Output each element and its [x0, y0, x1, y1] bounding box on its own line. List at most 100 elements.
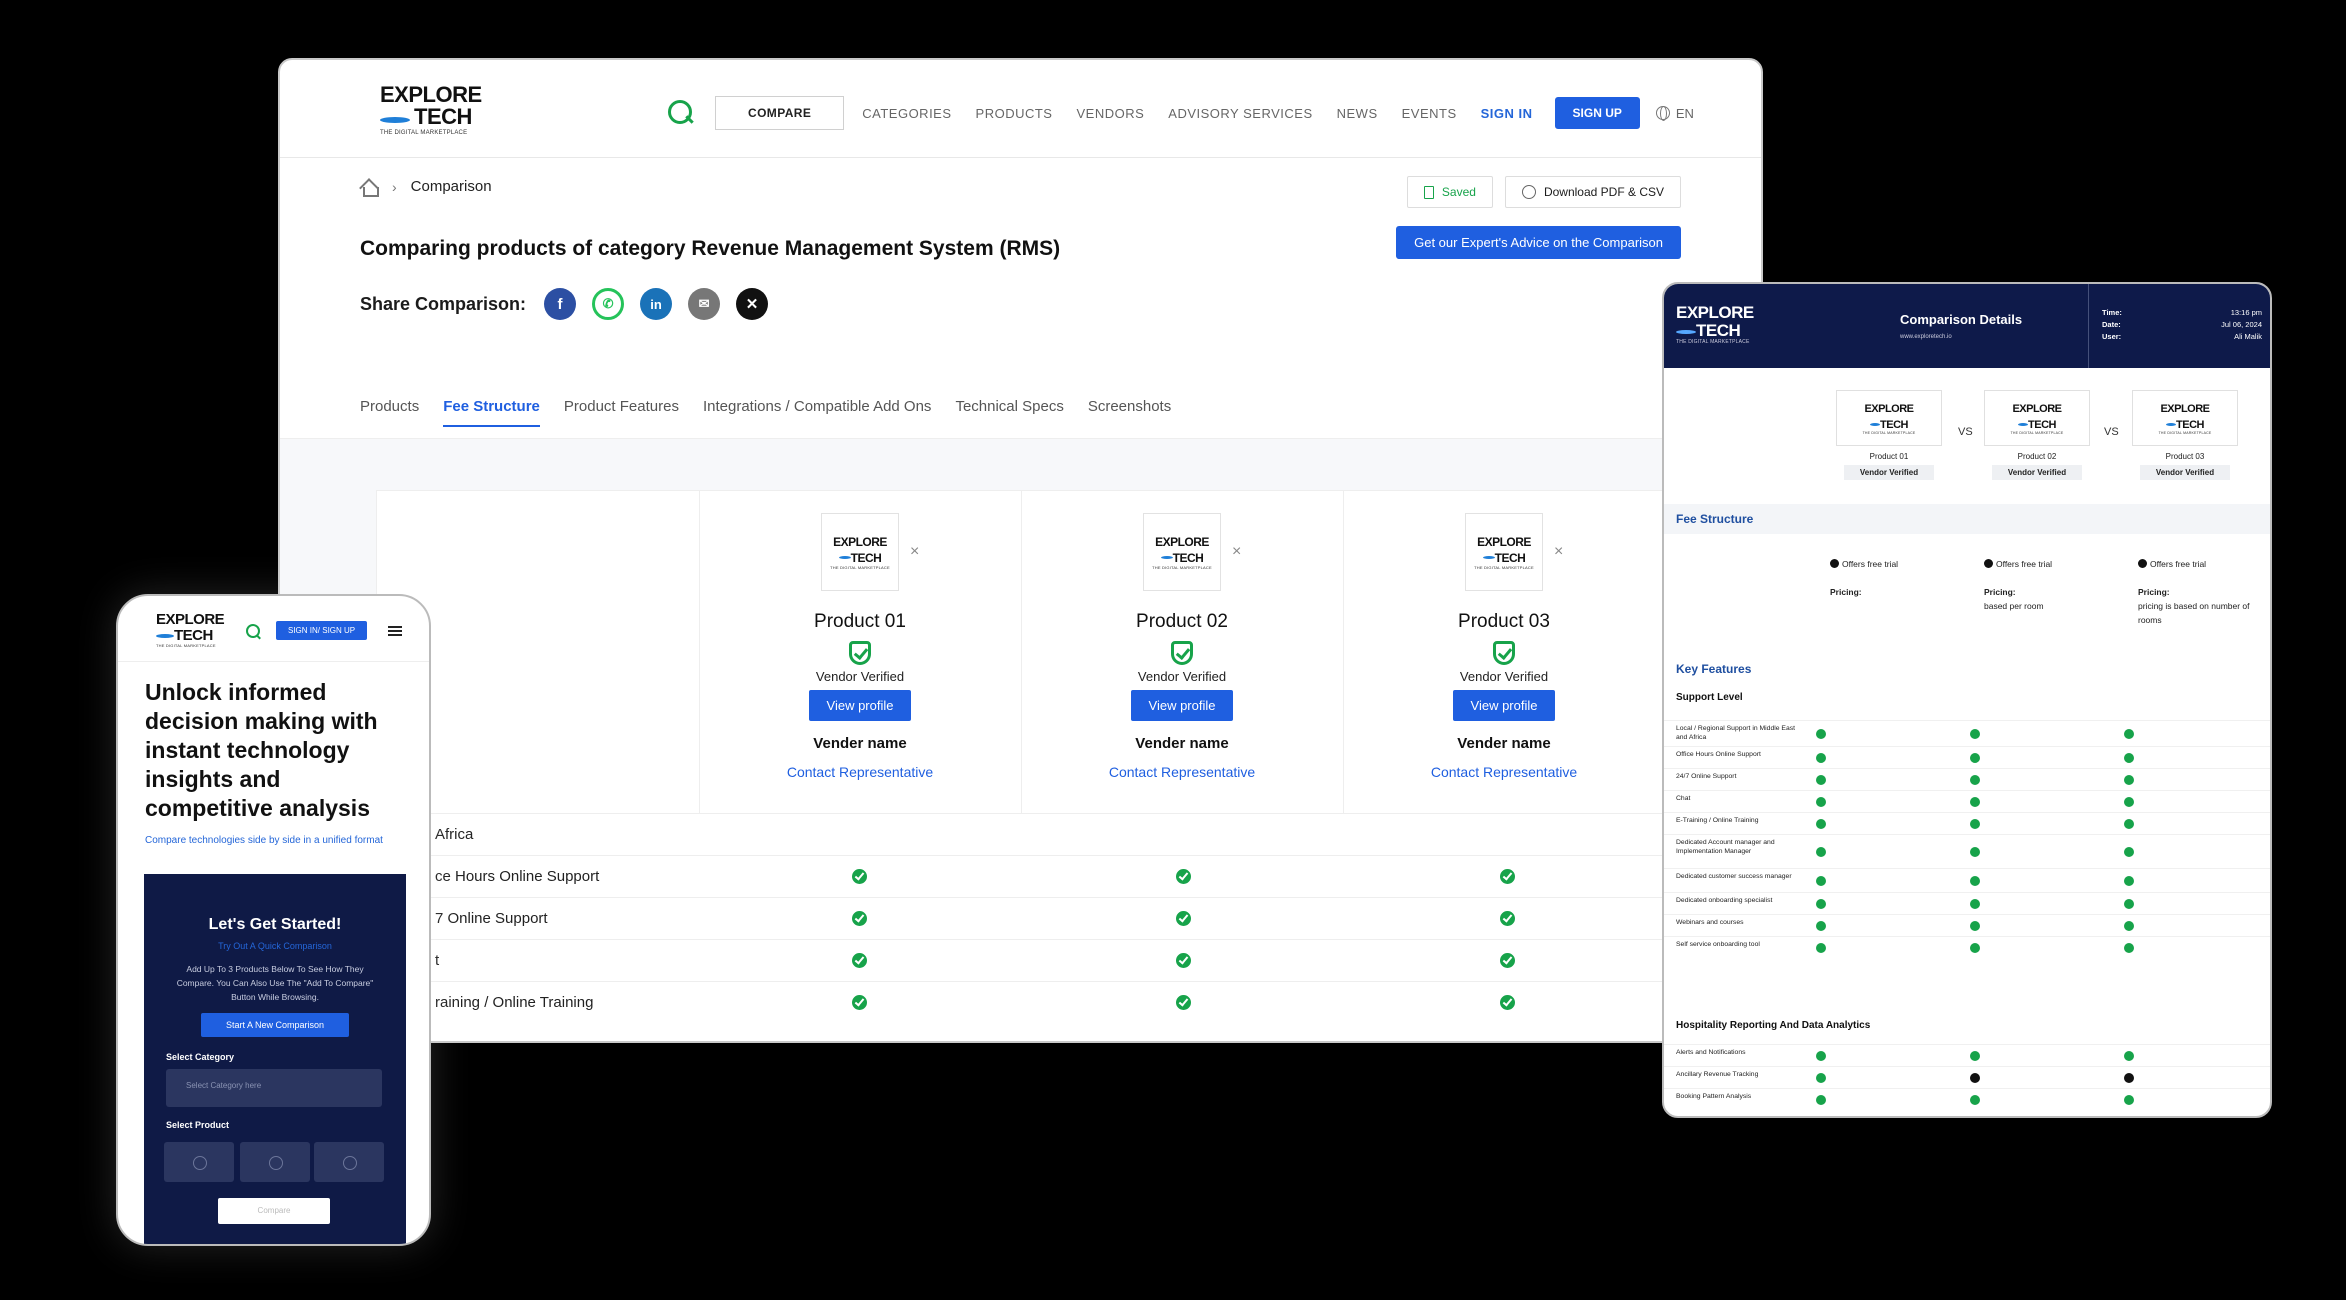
sign-in-sign-up-button[interactable]: SIGN IN/ SIGN UP: [276, 621, 368, 640]
check-icon: [2124, 899, 2134, 909]
view-profile-button[interactable]: View profile: [1452, 690, 1556, 721]
remove-product-icon[interactable]: ×: [910, 543, 919, 561]
compare-button[interactable]: Compare: [218, 1198, 330, 1224]
email-icon[interactable]: ✉: [688, 288, 721, 320]
view-profile-button[interactable]: View profile: [808, 690, 912, 721]
check-icon: [1816, 797, 1826, 807]
feature-label: Dedicated Account manager and Implementa…: [1676, 839, 1775, 855]
vs-label: VS: [2104, 426, 2119, 438]
check-icon: [1176, 869, 1191, 884]
nav-vendors[interactable]: VENDORS: [1076, 106, 1144, 121]
comparison-details-title: Comparison Details: [1900, 312, 2023, 327]
nav-events[interactable]: EVENTS: [1402, 106, 1457, 121]
check-icon: [1816, 819, 1826, 829]
card-subtitle: Try Out A Quick Comparison: [218, 941, 332, 951]
product-slot[interactable]: [314, 1142, 384, 1182]
start-new-comparison-button[interactable]: Start A New Comparison: [201, 1013, 349, 1037]
tab-technical-specs[interactable]: Technical Specs: [955, 398, 1063, 427]
contact-representative-link[interactable]: Contact Representative: [1344, 764, 1664, 780]
product-slot[interactable]: [240, 1142, 310, 1182]
tab-products[interactable]: Products: [360, 398, 419, 427]
nav-categories[interactable]: CATEGORIES: [862, 106, 951, 121]
x-icon[interactable]: ✕: [736, 288, 769, 320]
search-icon[interactable]: [667, 99, 695, 127]
vendor-verified-badge: Vendor Verified: [2140, 465, 2230, 480]
check-icon: [1816, 847, 1826, 857]
table-row: Alerts and Notifications: [1664, 1044, 2270, 1066]
check-icon: [2124, 943, 2134, 953]
table-row: 7 Online Support: [377, 897, 1725, 939]
check-icon: [1970, 1095, 1980, 1105]
nav-products[interactable]: PRODUCTS: [976, 106, 1053, 121]
language-selector[interactable]: EN: [1655, 105, 1694, 121]
whatsapp-icon[interactable]: ✆: [592, 288, 625, 320]
chevron-right-icon: ›: [392, 178, 397, 195]
comparison-tabs: Products Fee Structure Product Features …: [360, 398, 1171, 427]
table-row: Ancillary Revenue Tracking: [1664, 1066, 2270, 1088]
facebook-icon[interactable]: f: [544, 288, 577, 320]
check-icon: [1970, 899, 1980, 909]
download-icon: [1521, 185, 1536, 199]
compare-button[interactable]: COMPARE: [715, 96, 845, 130]
search-icon[interactable]: [246, 624, 262, 640]
sign-in-link[interactable]: SIGN IN: [1481, 106, 1533, 121]
feature-label: 7 Online Support: [435, 910, 548, 927]
view-profile-button[interactable]: View profile: [1130, 690, 1234, 721]
table-row: raining / Online Training: [377, 981, 1725, 1023]
card-title: Let's Get Started!: [208, 916, 342, 933]
home-icon[interactable]: [360, 179, 379, 197]
feature-label: Self service onboarding tool: [1676, 941, 1760, 948]
nav-advisory[interactable]: ADVISORY SERVICES: [1168, 106, 1312, 121]
check-icon: [1816, 876, 1826, 886]
saved-button[interactable]: Saved: [1406, 176, 1493, 208]
download-button[interactable]: Download PDF & CSV: [1504, 176, 1681, 208]
hero-heading: Unlock informed decision making with ins…: [145, 679, 378, 821]
sign-up-button[interactable]: SIGN UP: [1554, 97, 1640, 129]
select-product-label: Select Product: [166, 1120, 230, 1130]
check-icon: [1176, 953, 1191, 968]
contact-representative-link[interactable]: Contact Representative: [1022, 764, 1342, 780]
check-icon: [1970, 819, 1980, 829]
contact-representative-link[interactable]: Contact Representative: [700, 764, 1020, 780]
product-logo: EXPLORE TECH THE DIGITAL MARKETPLACE: [2132, 390, 2238, 446]
globe-icon: [1655, 106, 1670, 121]
check-icon: [1500, 911, 1515, 926]
check-icon: [2124, 819, 2134, 829]
expert-advice-button[interactable]: Get our Expert's Advice on the Compariso…: [1396, 226, 1681, 259]
vendor-verified-label: Vendor Verified: [1137, 669, 1227, 684]
logo-wave-icon: [2018, 422, 2029, 426]
tab-product-features[interactable]: Product Features: [564, 398, 679, 427]
language-label: EN: [1675, 105, 1694, 121]
check-icon: [1176, 911, 1191, 926]
check-icon: [852, 995, 867, 1010]
feature-label: raining / Online Training: [435, 994, 594, 1011]
check-icon: [1816, 1095, 1826, 1105]
feature-label: ce Hours Online Support: [435, 868, 600, 885]
linkedin-icon[interactable]: in: [640, 288, 673, 320]
main-nav: COMPARE CATEGORIES PRODUCTS VENDORS ADVI…: [667, 96, 1694, 130]
remove-product-icon[interactable]: ×: [1232, 543, 1241, 561]
x-circle-icon: [1970, 1073, 1980, 1083]
hamburger-menu-icon[interactable]: [388, 626, 402, 636]
tab-fee-structure[interactable]: Fee Structure: [443, 398, 540, 427]
category-select[interactable]: Select Category here: [166, 1069, 382, 1107]
logo-wave-icon: [838, 556, 851, 560]
feature-label: Africa: [435, 826, 474, 843]
hospitality-reporting-heading: Hospitality Reporting And Data Analytics: [1676, 1020, 1871, 1031]
explore-tech-logo[interactable]: EXPLORE TECH THE DIGITAL MARKETPLACE: [380, 84, 482, 136]
product-logo: EXPLORE TECH THE DIGITAL MARKETPLACE: [1465, 513, 1543, 591]
check-icon: [2124, 1051, 2134, 1061]
product-slot[interactable]: [164, 1142, 234, 1182]
nav-news[interactable]: NEWS: [1337, 106, 1378, 121]
check-icon: [1970, 797, 1980, 807]
table-row: Webinars and courses: [1664, 914, 2270, 936]
remove-product-icon[interactable]: ×: [1554, 543, 1563, 561]
product-column: EXPLORE TECH THE DIGITAL MARKETPLACE × Pro…: [1343, 491, 1664, 813]
explore-tech-logo[interactable]: EXPLORE TECH THE DIGITAL MARKETPLACE: [156, 612, 225, 648]
check-icon: [1816, 753, 1826, 763]
product-logo: EXPLORE TECH THE DIGITAL MARKETPLACE: [1143, 513, 1221, 591]
table-row: Dedicated Account manager and Implementa…: [1664, 834, 2270, 868]
tab-screenshots[interactable]: Screenshots: [1088, 398, 1171, 427]
tab-integrations[interactable]: Integrations / Compatible Add Ons: [703, 398, 931, 427]
select-category-label: Select Category: [166, 1052, 235, 1062]
